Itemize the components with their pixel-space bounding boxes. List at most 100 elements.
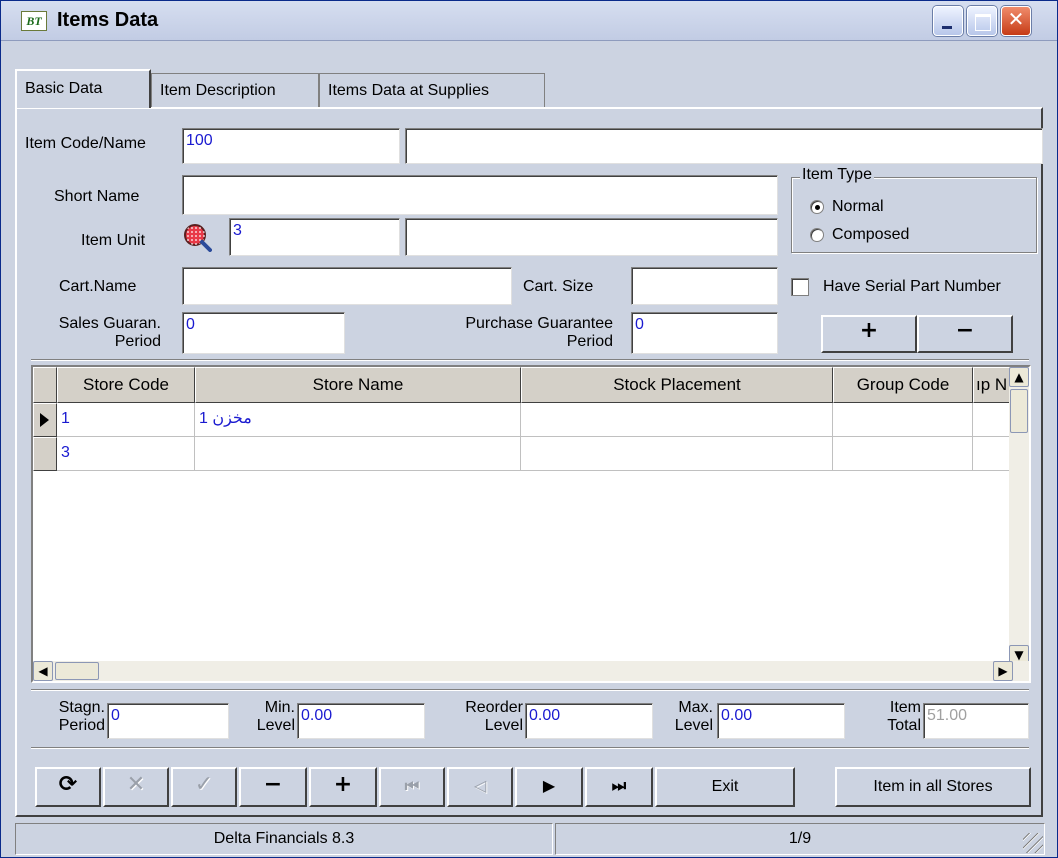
cell-group-code[interactable]: [833, 403, 973, 437]
cell-store-code[interactable]: 1: [57, 403, 195, 437]
cart-size-input[interactable]: [631, 267, 778, 305]
horizontal-scrollbar[interactable]: ◀ ▶: [33, 661, 1029, 681]
radio-composed[interactable]: [810, 228, 824, 242]
cancel-button[interactable]: ✕: [103, 767, 169, 807]
stagnation-label-line1: Stagn.: [58, 699, 105, 716]
col-truncated[interactable]: ıp N: [973, 367, 1013, 403]
reorder-level-input[interactable]: 0.00: [525, 703, 653, 739]
item-type-group: Item Type Normal Composed: [791, 166, 1037, 253]
item-code-input[interactable]: 100: [182, 128, 400, 164]
reorder-level-label: Reorder Level: [433, 699, 523, 735]
cell-store-name[interactable]: مخزن 1: [195, 403, 521, 437]
radio-normal-label: Normal: [832, 198, 884, 215]
col-stock-placement[interactable]: Stock Placement: [521, 367, 833, 403]
horizontal-scroll-thumb[interactable]: [55, 662, 99, 680]
cart-size-label: Cart. Size: [523, 278, 594, 295]
vertical-scrollbar[interactable]: ▲ ▼: [1009, 367, 1029, 665]
next-record-icon: ▶: [542, 776, 556, 795]
maximize-button[interactable]: [967, 6, 997, 36]
item-total-input: 51.00: [923, 703, 1029, 739]
min-level-label-line1: Min.: [264, 699, 295, 716]
stagnation-period-input[interactable]: 0: [107, 703, 229, 739]
first-record-button[interactable]: ⏮: [379, 767, 445, 807]
radio-normal[interactable]: [810, 200, 824, 214]
items-data-window: BT Items Data ✕ Basic Data Item Descript…: [0, 0, 1058, 858]
reorder-level-label-line1: Reorder: [465, 699, 523, 716]
col-group-code[interactable]: Group Code: [833, 367, 973, 403]
plus-icon: +: [859, 318, 879, 343]
have-serial-checkbox[interactable]: [791, 278, 809, 296]
reorder-level-label-line2: Level: [484, 717, 523, 734]
max-level-label-line1: Max.: [678, 699, 713, 716]
refresh-icon: ⟳: [58, 772, 78, 797]
have-serial-label[interactable]: Have Serial Part Number: [823, 278, 1001, 296]
previous-record-icon: ◁: [473, 776, 487, 795]
sales-guarantee-input[interactable]: 0: [182, 312, 345, 354]
separator: [31, 359, 1029, 361]
sales-guarantee-label-line2: Period: [114, 333, 161, 350]
sales-guarantee-label: Sales Guaran. Period: [27, 315, 161, 351]
tab-items-data-at-supplies[interactable]: Items Data at Supplies: [319, 73, 545, 107]
scroll-left-icon[interactable]: ◀: [33, 661, 53, 681]
plus-icon: +: [333, 772, 353, 797]
grid-corner: [33, 367, 57, 403]
current-row-icon: [40, 413, 49, 427]
item-name-input[interactable]: [405, 128, 1043, 164]
scroll-up-icon[interactable]: ▲: [1009, 367, 1029, 387]
col-store-code[interactable]: Store Code: [57, 367, 195, 403]
resize-grip-icon[interactable]: [1023, 833, 1043, 853]
purchase-guarantee-input[interactable]: 0: [631, 312, 778, 354]
next-record-button[interactable]: ▶: [515, 767, 583, 807]
cell-extra[interactable]: [973, 437, 1013, 471]
item-unit-label: Item Unit: [81, 232, 146, 249]
row-indicator: [33, 403, 57, 437]
remove-store-button[interactable]: −: [917, 315, 1013, 353]
delete-record-button[interactable]: −: [239, 767, 307, 807]
table-row[interactable]: 1 مخزن 1: [33, 403, 1013, 437]
cell-stock-placement[interactable]: [521, 437, 833, 471]
item-type-normal-option[interactable]: Normal: [810, 198, 884, 216]
cell-stock-placement[interactable]: [521, 403, 833, 437]
window-title: Items Data: [57, 9, 159, 31]
table-row[interactable]: 3: [33, 437, 1013, 471]
min-level-label-line2: Level: [256, 717, 295, 734]
min-level-input[interactable]: 0.00: [297, 703, 425, 739]
add-store-button[interactable]: +: [821, 315, 917, 353]
close-icon: ✕: [1007, 7, 1025, 31]
cell-store-name[interactable]: [195, 437, 521, 471]
stores-grid[interactable]: Store Code Store Name Stock Placement Gr…: [31, 365, 1031, 683]
short-name-input[interactable]: [182, 175, 778, 215]
confirm-button[interactable]: ✓: [171, 767, 237, 807]
scroll-right-icon[interactable]: ▶: [993, 661, 1013, 681]
close-button[interactable]: ✕: [1001, 6, 1031, 36]
cell-group-code[interactable]: [833, 437, 973, 471]
col-store-name[interactable]: Store Name: [195, 367, 521, 403]
add-record-button[interactable]: +: [309, 767, 377, 807]
cell-store-code[interactable]: 3: [57, 437, 195, 471]
item-unit-code-input[interactable]: 3: [229, 218, 400, 256]
status-bar: Delta Financials 8.3 1/9: [15, 823, 1045, 855]
cell-extra[interactable]: [973, 403, 1013, 437]
refresh-button[interactable]: ⟳: [35, 767, 101, 807]
purchase-guarantee-label-line2: Period: [566, 333, 613, 350]
minimize-button[interactable]: [933, 6, 963, 36]
item-code-label: Item Code/Name: [25, 135, 146, 152]
item-type-composed-option[interactable]: Composed: [810, 226, 909, 244]
max-level-input[interactable]: 0.00: [717, 703, 845, 739]
grid-header: Store Code Store Name Stock Placement Gr…: [33, 367, 1013, 403]
item-in-all-stores-button[interactable]: Item in all Stores: [835, 767, 1031, 807]
tab-item-description[interactable]: Item Description: [151, 73, 319, 107]
short-name-label: Short Name: [54, 188, 140, 205]
last-record-icon: ⏭: [611, 776, 627, 795]
search-icon[interactable]: [182, 222, 212, 252]
tab-basic-data[interactable]: Basic Data: [15, 69, 151, 108]
cart-name-input[interactable]: [182, 267, 512, 305]
exit-button[interactable]: Exit: [655, 767, 795, 807]
last-record-button[interactable]: ⏭: [585, 767, 653, 807]
title-bar[interactable]: BT Items Data ✕: [1, 1, 1057, 41]
vertical-scroll-thumb[interactable]: [1010, 389, 1028, 433]
previous-record-button[interactable]: ◁: [447, 767, 513, 807]
item-unit-name-input[interactable]: [405, 218, 778, 256]
purchase-guarantee-label: Purchase Guarantee Period: [419, 315, 613, 351]
item-total-label-line1: Item: [889, 699, 921, 716]
